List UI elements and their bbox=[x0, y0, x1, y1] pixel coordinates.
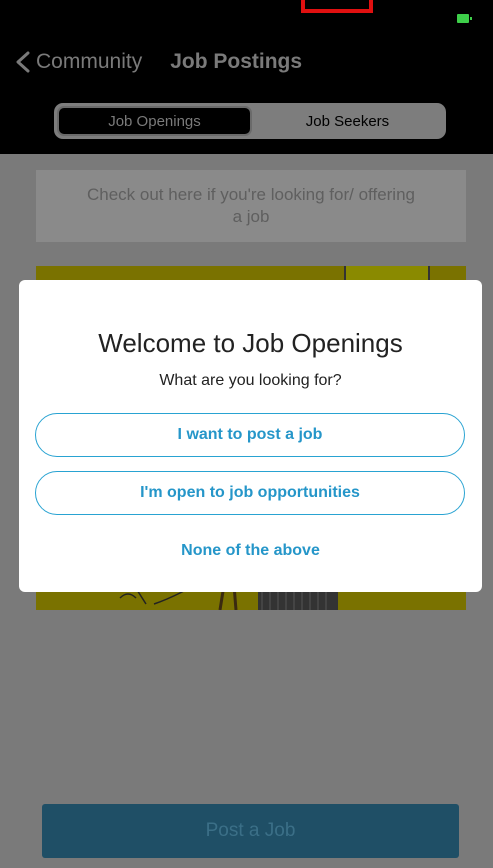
status-bar bbox=[0, 0, 493, 34]
open-to-opportunities-button[interactable]: I'm open to job opportunities bbox=[35, 471, 465, 515]
page-title: Job Postings bbox=[170, 50, 303, 73]
nav-bar: Community Job Postings Job Openings Job … bbox=[0, 34, 493, 154]
nav-row: Community Job Postings bbox=[0, 46, 493, 78]
post-job-button[interactable]: Post a Job bbox=[42, 804, 459, 858]
info-card-text: Check out here if you're looking for/ of… bbox=[86, 185, 415, 226]
welcome-modal: Welcome to Job Openings What are you loo… bbox=[19, 280, 482, 592]
post-job-option-button[interactable]: I want to post a job bbox=[35, 413, 465, 457]
highlight-box bbox=[301, 0, 373, 13]
back-label: Community bbox=[36, 50, 143, 73]
modal-subtitle: What are you looking for? bbox=[159, 372, 342, 389]
tab-job-openings[interactable]: Job Openings bbox=[57, 106, 252, 136]
battery-icon bbox=[457, 14, 472, 23]
tab-job-seekers[interactable]: Job Seekers bbox=[252, 106, 443, 136]
modal-title: Welcome to Job Openings bbox=[98, 328, 403, 358]
segmented-control: Job Openings Job Seekers bbox=[54, 103, 446, 139]
back-button[interactable]: Community bbox=[14, 50, 142, 74]
none-of-the-above-button[interactable]: None of the above bbox=[19, 542, 482, 560]
back-chevron-icon bbox=[16, 51, 30, 73]
info-card: Check out here if you're looking for/ of… bbox=[36, 170, 466, 242]
